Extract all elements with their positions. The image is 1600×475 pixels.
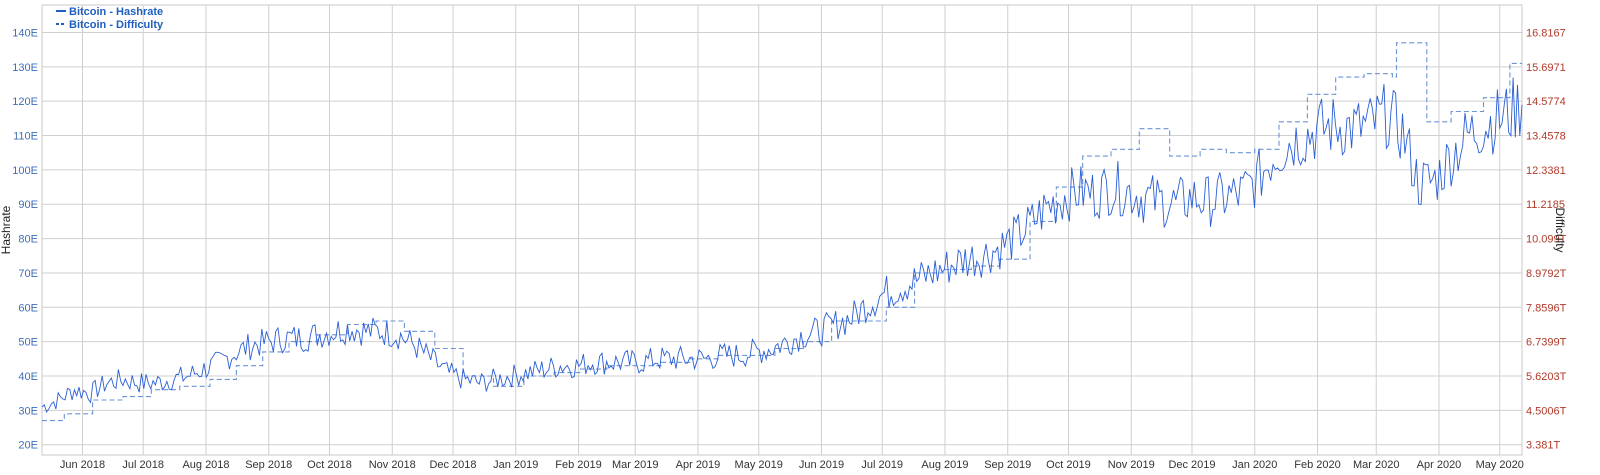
y-tick-label: 110E bbox=[13, 131, 38, 143]
x-tick-label: Jan 2019 bbox=[493, 459, 538, 471]
y-tick-label: 20E bbox=[18, 440, 38, 452]
y-tick-label: 120E bbox=[12, 96, 38, 108]
y-tick-label: 70E bbox=[18, 268, 38, 280]
y2-tick-label: 12.3381 bbox=[1526, 165, 1566, 177]
x-tick-label: Feb 2019 bbox=[555, 459, 601, 471]
legend-label-difficulty: Bitcoin - Difficulty bbox=[69, 19, 164, 31]
y-tick-label: 130E bbox=[12, 62, 38, 74]
x-tick-label: Nov 2019 bbox=[1108, 459, 1155, 471]
x-tick-label: Jun 2019 bbox=[799, 459, 844, 471]
x-tick-label: Jun 2018 bbox=[60, 459, 105, 471]
y-tick-label: 40E bbox=[18, 371, 38, 383]
y2-tick-label: 13.4578 bbox=[1526, 131, 1566, 143]
y2-tick-label: 16.8167 bbox=[1526, 27, 1566, 39]
x-tick-label: Dec 2019 bbox=[1168, 459, 1215, 471]
x-tick-label: Oct 2019 bbox=[1046, 459, 1091, 471]
x-tick-label: Apr 2020 bbox=[1417, 459, 1462, 471]
y2-tick-label: 15.6971 bbox=[1526, 62, 1566, 74]
x-tick-label: Oct 2018 bbox=[307, 459, 352, 471]
x-tick-label: Mar 2019 bbox=[612, 459, 658, 471]
y-axis-title: Hashrate bbox=[0, 205, 13, 254]
x-tick-label: Aug 2018 bbox=[182, 459, 229, 471]
y-tick-label: 140E bbox=[12, 27, 38, 39]
chart-container: 20E 3.381T 30E 4.5006T 40E 5.6203T 50E 6.7399T 6… bbox=[0, 0, 1600, 475]
x-tick-label: Nov 2018 bbox=[369, 459, 416, 471]
y-tick-label: 100E bbox=[12, 165, 38, 177]
y2-tick-label: 7.8596T bbox=[1526, 302, 1567, 314]
y2-axis-title: Difficulty bbox=[1553, 207, 1567, 252]
hashrate-difficulty-chart: 20E 3.381T 30E 4.5006T 40E 5.6203T 50E 6.7399T 6… bbox=[0, 4, 1567, 471]
x-tick-label: Jan 2020 bbox=[1232, 459, 1277, 471]
y-tick-label: 30E bbox=[18, 405, 38, 417]
y-tick-label: 80E bbox=[18, 234, 38, 246]
x-tick-label: Dec 2018 bbox=[429, 459, 476, 471]
y2-tick-label: 4.5006T bbox=[1526, 405, 1567, 417]
x-tick-label: May 2020 bbox=[1476, 459, 1524, 471]
x-tick-label: Sep 2018 bbox=[245, 459, 292, 471]
y2-tick-label: 3.381T bbox=[1526, 440, 1561, 452]
x-tick-label: Apr 2019 bbox=[676, 459, 721, 471]
x-tick-label: Jul 2018 bbox=[122, 459, 164, 471]
x-tick-label: Mar 2020 bbox=[1353, 459, 1399, 471]
y-tick-label: 60E bbox=[18, 302, 38, 314]
y2-tick-label: 8.9792T bbox=[1526, 268, 1567, 280]
x-tick-label: Sep 2019 bbox=[984, 459, 1031, 471]
x-tick-label: May 2019 bbox=[735, 459, 783, 471]
x-tick-label: Jul 2019 bbox=[861, 459, 903, 471]
plot-frame bbox=[41, 4, 1523, 456]
y-tick-label: 90E bbox=[18, 199, 38, 211]
y2-tick-label: 14.5774 bbox=[1526, 96, 1566, 108]
x-tick-label: Aug 2019 bbox=[921, 459, 968, 471]
x-tick-label: Feb 2020 bbox=[1294, 459, 1340, 471]
y2-tick-label: 5.6203T bbox=[1526, 371, 1567, 383]
y2-tick-label: 6.7399T bbox=[1526, 337, 1567, 349]
legend-label-hashrate: Bitcoin - Hashrate bbox=[69, 6, 163, 18]
y-tick-label: 50E bbox=[18, 337, 38, 349]
